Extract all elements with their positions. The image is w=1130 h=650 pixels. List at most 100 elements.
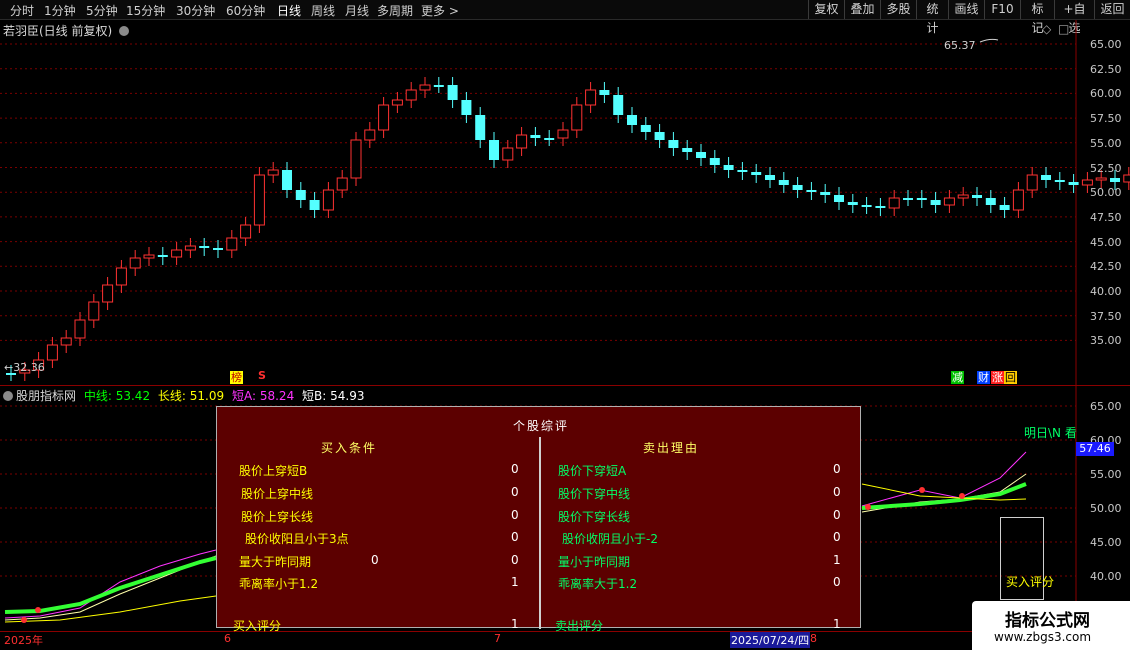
candle-body-up [502, 147, 514, 161]
draw-line-button[interactable]: 画线 [948, 0, 984, 19]
add-watchlist-button[interactable]: +自选 [1054, 0, 1094, 35]
month-label: 7 [494, 632, 501, 645]
candle-body-down [847, 202, 858, 205]
candle-body-down [309, 200, 320, 210]
rise-badge[interactable]: 涨 [991, 371, 1004, 384]
sell-score-label: 卖出评分 [555, 619, 604, 633]
overlay-button[interactable]: 叠加 [844, 0, 880, 19]
candle-body-up [60, 337, 72, 346]
candle-body-down [806, 190, 817, 192]
candle-body-down [599, 90, 610, 95]
price-tick: 45.00 [1090, 236, 1122, 249]
candle-body-down [613, 95, 624, 115]
candle-body-up [957, 194, 969, 199]
sell-score-value: 1 [833, 617, 841, 631]
finance-badge[interactable]: 财 [977, 371, 990, 384]
zhongxian-line [861, 482, 1027, 510]
period-tab[interactable]: 5分钟 [86, 2, 118, 19]
buy-condition-label: 股价上穿长线 [241, 510, 314, 524]
period-tab[interactable]: 周线 [311, 2, 335, 19]
candle-body-up [322, 189, 334, 211]
period-tab[interactable]: 60分钟 [226, 2, 265, 19]
period-tab[interactable]: 15分钟 [126, 2, 165, 19]
back-button[interactable]: 返回 [1094, 0, 1130, 19]
candle-body-up [378, 104, 390, 131]
time-axis-line [0, 631, 1076, 632]
period-toolbar: 分时 1分钟 5分钟 15分钟 30分钟 60分钟 日线 周线 月线 多周期 更… [0, 0, 1130, 35]
candle-body-up [1095, 177, 1107, 181]
candle-body-down [461, 100, 472, 115]
candle-body-up [405, 89, 417, 101]
candle-body-down [282, 170, 292, 190]
price-tick: 35.00 [1090, 334, 1122, 347]
buy-condition-value: 0 [511, 553, 519, 567]
mark-button[interactable]: 标记 [1020, 0, 1054, 35]
period-tab[interactable]: 1分钟 [44, 2, 76, 19]
candle-body-down [861, 205, 872, 207]
candle-body-down [916, 198, 927, 200]
buy-condition-extra: 0 [371, 553, 379, 567]
candle-body-up [1081, 179, 1093, 186]
candle-body-down [903, 198, 913, 200]
candle-body-down [985, 198, 996, 205]
candle-body-down [295, 190, 306, 200]
candle-body-up [1026, 174, 1038, 191]
buy-condition-label: 乖离率小于1.2 [239, 577, 319, 591]
period-tab[interactable]: 多周期 [377, 2, 413, 19]
chevron-right-icon: > [448, 4, 459, 18]
candle-body-down [778, 180, 789, 185]
candle-body-down [654, 132, 665, 140]
candle-body-up [240, 224, 252, 239]
candle-body-down [682, 148, 693, 152]
candle-body-up [74, 319, 86, 339]
fuquan-button[interactable]: 复权 [808, 0, 844, 19]
tomorrow-label: 明日\N 看 [1024, 426, 1077, 440]
sell-signal-badge[interactable]: S [258, 369, 266, 382]
candle-body-up [1012, 189, 1024, 211]
candle-body-down [972, 195, 982, 198]
price-tick: 47.50 [1090, 211, 1122, 224]
reduce-badge[interactable]: 减 [951, 371, 964, 384]
buy-condition-value: 1 [511, 575, 519, 589]
sell-reason-label: 乖离率大于1.2 [558, 577, 638, 591]
buy-condition-label: 量大于昨同期 [239, 555, 312, 569]
stats-button[interactable]: 统计 [916, 0, 948, 35]
candlestick-chart[interactable] [0, 20, 1130, 385]
indicator-tick: 65.00 [1090, 400, 1122, 413]
sell-reason-label: 股价下穿长线 [558, 510, 631, 524]
indicator-tick: 45.00 [1090, 536, 1122, 549]
rank-badge[interactable]: 榜 [230, 371, 243, 384]
period-tab[interactable]: 月线 [345, 2, 369, 19]
sell-reasons-header: 卖出理由 [643, 441, 700, 455]
price-tick: 57.50 [1090, 112, 1122, 125]
multi-stock-button[interactable]: 多股 [880, 0, 916, 19]
price-tick: 42.50 [1090, 260, 1122, 273]
year-label: 2025年 [4, 634, 43, 647]
candle-body-down [737, 170, 748, 172]
candle-body-down [875, 206, 886, 208]
candle-body-up [267, 169, 279, 176]
period-tab-more[interactable]: 更多 > [421, 2, 459, 19]
period-tab-active[interactable]: 日线 [277, 2, 301, 19]
candle-body-up [88, 301, 100, 321]
candle-body-down [820, 192, 831, 195]
buy-score-value: 1 [511, 617, 519, 631]
stock-review-panel[interactable]: 个股综评 买入条件 卖出理由 股价上穿短B 0 股价上穿中线 0 股价上穿长线 … [216, 406, 861, 633]
period-tab[interactable]: 分时 [10, 2, 34, 19]
candle-body-down [640, 125, 651, 132]
cursor-date-label: 2025/07/24/四 [730, 632, 811, 648]
cross-marker [21, 617, 27, 623]
price-tick: 37.50 [1090, 310, 1122, 323]
candle-body-up [129, 257, 141, 269]
candle-body-up [226, 237, 238, 251]
f10-button[interactable]: F10 [984, 0, 1020, 19]
candle-body-up [391, 99, 403, 106]
buy-condition-value: 0 [511, 485, 519, 499]
sell-reason-value: 0 [833, 462, 841, 476]
candle-body-down [433, 85, 444, 87]
return-badge[interactable]: 回 [1004, 371, 1017, 384]
candle-body-up [46, 344, 58, 361]
duanA-line [861, 451, 1027, 507]
sell-reason-value: 0 [833, 530, 841, 544]
period-tab[interactable]: 30分钟 [176, 2, 215, 19]
